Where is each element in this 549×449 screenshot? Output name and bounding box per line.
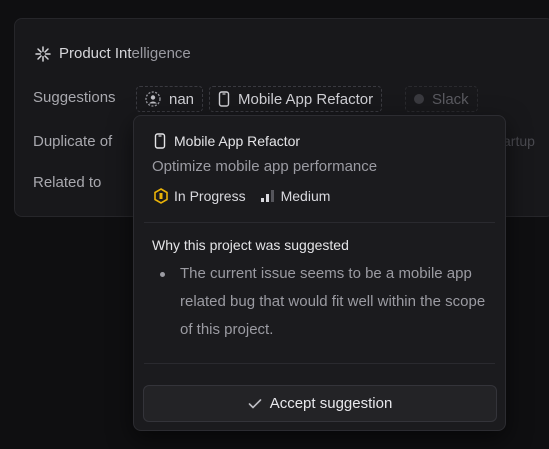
duplicate-of-label: Duplicate of <box>33 133 113 150</box>
why-suggested-heading: Why this project was suggested <box>152 237 349 253</box>
related-to-label: Related to <box>33 174 102 191</box>
chip-label: Mobile App Refactor <box>238 90 374 108</box>
divider <box>144 222 495 223</box>
popover-title-text: Mobile App Refactor <box>174 133 301 149</box>
suggestion-chip-project[interactable]: Mobile App Refactor <box>209 86 383 112</box>
divider <box>144 363 495 364</box>
reasons-list: The current issue seems to be a mobile a… <box>160 260 490 344</box>
sparkle-icon <box>35 45 51 62</box>
phone-icon <box>154 133 166 149</box>
project-meta: In Progress Medium <box>153 188 330 204</box>
list-item: The current issue seems to be a mobile a… <box>160 260 490 344</box>
accept-suggestion-label: Accept suggestion <box>269 395 393 412</box>
chip-label: Slack <box>432 90 469 108</box>
phone-icon <box>218 91 230 107</box>
priority-badge: Medium <box>260 188 331 204</box>
status-label: In Progress <box>174 188 246 204</box>
panel-title: Product Intelligence <box>59 45 191 62</box>
chip-label: nan <box>169 90 195 108</box>
priority-label: Medium <box>280 188 331 204</box>
suggestion-chip-assignee[interactable]: nan <box>136 86 204 112</box>
suggestions-label: Suggestions <box>33 89 116 106</box>
faint-background-text: artup <box>503 133 535 149</box>
project-suggestion-popover: Mobile App Refactor Optimize mobile app … <box>133 115 506 431</box>
dot-icon <box>414 94 424 104</box>
checkmark-icon <box>248 398 262 408</box>
suggestion-chip-integration[interactable]: Slack <box>405 86 478 112</box>
avatar-icon <box>145 91 161 107</box>
accept-suggestion-button[interactable]: Accept suggestion <box>143 385 497 422</box>
popover-title: Mobile App Refactor <box>154 133 300 149</box>
in-progress-icon <box>154 188 168 204</box>
status-badge: In Progress <box>153 188 246 204</box>
panel-header: Product Intelligence <box>35 45 191 62</box>
project-description: Optimize mobile app performance <box>152 158 378 175</box>
signal-bars-icon <box>260 190 274 202</box>
